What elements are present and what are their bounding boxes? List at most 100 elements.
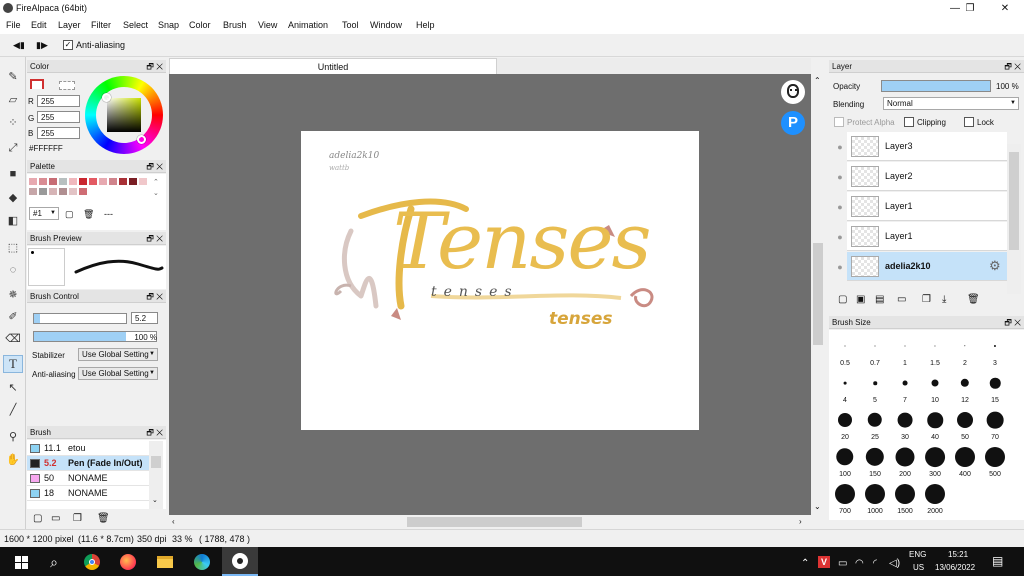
move-tool-icon[interactable]: ⤢ bbox=[3, 139, 23, 157]
menu-help[interactable]: Help bbox=[416, 20, 435, 30]
new-palette-icon[interactable]: ▢ bbox=[65, 209, 74, 220]
delete-brush-icon[interactable]: 🗑 bbox=[97, 513, 110, 524]
delete-palette-icon[interactable]: 🗑 bbox=[83, 209, 94, 220]
panel-float-close-icon[interactable]: 🗗 ✕ bbox=[146, 161, 163, 175]
sv-cursor[interactable] bbox=[102, 93, 111, 102]
layer-visibility-icon[interactable]: ● bbox=[833, 192, 847, 221]
palette-swatch[interactable] bbox=[59, 188, 67, 195]
vertical-scrollbar[interactable]: ⌃ ⌄ bbox=[811, 74, 825, 515]
firefox-icon[interactable] bbox=[118, 552, 138, 572]
g-input[interactable]: 255 bbox=[37, 111, 80, 123]
divide-tool-icon[interactable]: ╱ bbox=[3, 400, 23, 418]
anti-aliasing-dropdown[interactable]: Use Global Setting bbox=[78, 367, 158, 380]
new-brush-icon[interactable]: ▢ bbox=[33, 513, 42, 524]
select-pen-tool-icon[interactable]: ✐ bbox=[3, 307, 23, 325]
scroll-down-icon[interactable]: ⌄ bbox=[814, 502, 821, 511]
clock-date[interactable]: 13/06/2022 bbox=[935, 563, 975, 572]
maximize-button[interactable]: ❐ bbox=[956, 1, 984, 16]
select-rect-tool-icon[interactable]: ⬚ bbox=[3, 238, 23, 256]
brush-size-option[interactable]: 7 bbox=[890, 367, 920, 405]
clock-time[interactable]: 15:21 bbox=[948, 550, 968, 559]
brush-size-option[interactable]: 0.7 bbox=[860, 330, 890, 368]
brush-size-option[interactable]: 400 bbox=[950, 441, 980, 479]
palette-swatch[interactable] bbox=[89, 178, 97, 185]
panel-collapse-left-icon[interactable]: ◀▮ bbox=[13, 40, 25, 51]
palette-swatch[interactable] bbox=[39, 178, 47, 185]
brush-size-option[interactable]: 2 bbox=[950, 330, 980, 368]
panel-float-close-icon[interactable]: 🗗 ✕ bbox=[146, 427, 163, 441]
brush-size-option[interactable]: 20 bbox=[830, 404, 860, 442]
palette-selector[interactable]: #1 bbox=[29, 207, 59, 220]
duplicate-layer-icon[interactable]: ❐ bbox=[922, 294, 931, 305]
menu-select[interactable]: Select bbox=[123, 20, 148, 30]
brush-item[interactable]: 50 NONAME bbox=[27, 471, 149, 486]
brush-size-option[interactable]: 1.5 bbox=[920, 330, 950, 368]
saturation-square[interactable] bbox=[107, 98, 141, 132]
tray-overflow-icon[interactable]: ⌃ bbox=[801, 558, 809, 569]
brush-size-option[interactable]: 5 bbox=[860, 367, 890, 405]
merge-layer-icon[interactable]: ⤓ bbox=[942, 294, 946, 305]
b-input[interactable]: 255 bbox=[37, 127, 80, 139]
brush-item[interactable]: 11.1 etou bbox=[27, 441, 149, 456]
hue-wheel[interactable] bbox=[85, 76, 163, 154]
anti-aliasing-checkbox[interactable]: ✓ bbox=[63, 40, 73, 50]
layer-row[interactable]: Layer3 bbox=[847, 132, 1007, 161]
brush-size-option[interactable]: 70 bbox=[980, 404, 1010, 442]
panel-float-close-icon[interactable]: 🗗 ✕ bbox=[146, 233, 163, 247]
palette-swatch[interactable] bbox=[49, 178, 57, 185]
dots-tool-icon[interactable]: ⁘ bbox=[3, 113, 23, 131]
palette-swatch[interactable] bbox=[59, 178, 67, 185]
brush-size-option[interactable]: 100 bbox=[830, 441, 860, 479]
panel-float-close-icon[interactable]: 🗗 ✕ bbox=[1004, 317, 1021, 331]
palette-swatch[interactable] bbox=[109, 178, 117, 185]
palette-swatch[interactable] bbox=[99, 178, 107, 185]
brush-size-option[interactable]: 300 bbox=[920, 441, 950, 479]
primary-color-swatch[interactable] bbox=[30, 79, 44, 89]
language-indicator[interactable]: ENG bbox=[909, 550, 926, 559]
bucket-tool-icon[interactable]: ◆ bbox=[3, 188, 23, 206]
battery-icon[interactable]: ▭ bbox=[838, 558, 847, 569]
brush-size-option[interactable]: 200 bbox=[890, 441, 920, 479]
panel-float-close-icon[interactable]: 🗗 ✕ bbox=[146, 291, 163, 305]
gradient-tool-icon[interactable]: ◧ bbox=[3, 211, 23, 229]
brush-size-option[interactable]: 0.5 bbox=[830, 330, 860, 368]
eraser-tool-icon[interactable]: ▱ bbox=[3, 90, 23, 108]
clipping-checkbox[interactable] bbox=[904, 117, 914, 127]
protect-alpha-checkbox[interactable] bbox=[834, 117, 844, 127]
brush-item-selected[interactable]: 5.2 Pen (Fade In/Out) bbox=[27, 456, 149, 471]
panel-collapse-right-icon[interactable]: ▮▶ bbox=[36, 40, 48, 51]
brush-list-scrollbar[interactable]: ⌄ bbox=[149, 441, 163, 509]
brush-size-option[interactable]: 12 bbox=[950, 367, 980, 405]
text-tool-icon[interactable]: T bbox=[3, 355, 23, 373]
delete-layer-icon[interactable]: 🗑 bbox=[967, 294, 980, 305]
layer-row[interactable]: Layer2 bbox=[847, 162, 1007, 191]
layer-visibility-icon[interactable]: ● bbox=[833, 162, 847, 191]
scroll-right-icon[interactable]: › bbox=[799, 517, 802, 526]
lasso-tool-icon[interactable]: ◌ bbox=[3, 261, 23, 279]
brush-size-option[interactable]: 4 bbox=[830, 367, 860, 405]
region-indicator[interactable]: US bbox=[913, 563, 924, 572]
layer-list-scrollbar[interactable] bbox=[1007, 144, 1021, 294]
layer-settings-gear-icon[interactable]: ⚙ bbox=[989, 258, 1001, 274]
brush-size-option[interactable]: 3 bbox=[980, 330, 1010, 368]
layer-visibility-icon[interactable]: ● bbox=[833, 132, 847, 161]
volume-icon[interactable]: ◁) bbox=[889, 558, 900, 569]
brush-size-option[interactable]: 150 bbox=[860, 441, 890, 479]
panel-float-close-icon[interactable]: 🗗 ✕ bbox=[146, 61, 163, 75]
layer-row[interactable]: Layer1 bbox=[847, 222, 1007, 251]
scroll-down-icon[interactable]: ⌄ bbox=[152, 496, 158, 504]
scroll-up-icon[interactable]: ⌃ bbox=[814, 76, 821, 85]
scroll-left-icon[interactable]: ‹ bbox=[172, 517, 175, 526]
brush-size-option[interactable]: 2000 bbox=[920, 478, 950, 516]
brush-size-option[interactable]: 40 bbox=[920, 404, 950, 442]
menu-edit[interactable]: Edit bbox=[31, 20, 47, 30]
file-explorer-icon[interactable] bbox=[155, 552, 175, 572]
alpaca-mascot-icon[interactable] bbox=[781, 80, 805, 104]
palette-scroll-down-icon[interactable]: ⌄ bbox=[153, 189, 159, 197]
layer-row[interactable]: Layer1 bbox=[847, 192, 1007, 221]
brush-size-option[interactable]: 15 bbox=[980, 367, 1010, 405]
brush-size-option[interactable]: 25 bbox=[860, 404, 890, 442]
menu-window[interactable]: Window bbox=[370, 20, 402, 30]
pixiv-share-icon[interactable]: P bbox=[781, 111, 805, 135]
stabilizer-dropdown[interactable]: Use Global Setting bbox=[78, 348, 158, 361]
